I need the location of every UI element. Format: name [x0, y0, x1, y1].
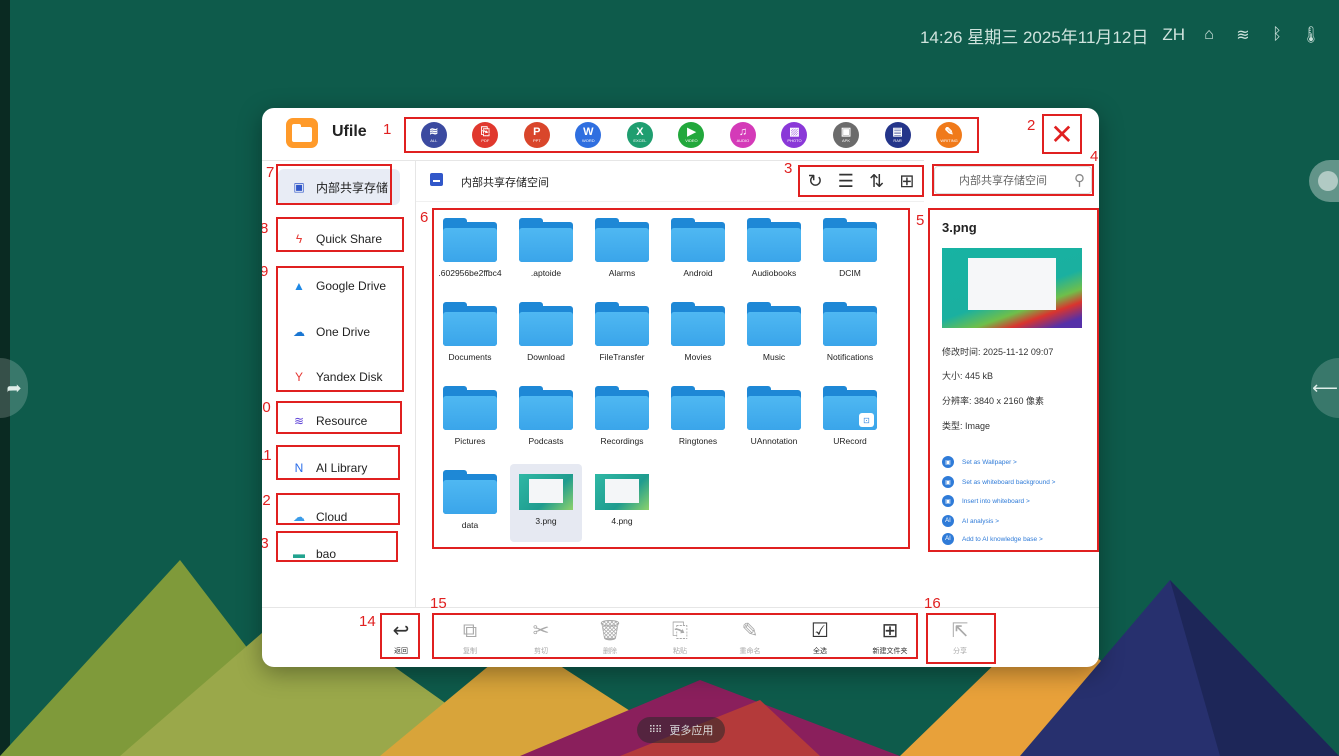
annotation-label-2: 2: [1027, 117, 1036, 134]
annotation-label-6: 6: [420, 209, 429, 226]
breadcrumb[interactable]: 内部共享存储空间: [461, 174, 549, 190]
annotation-box-13: [276, 531, 398, 562]
annotation-label-8: 8: [262, 220, 269, 237]
annotation-label-1: 1: [383, 121, 392, 138]
annotation-label-16: 16: [924, 595, 941, 612]
annotation-box-12: [276, 493, 400, 525]
annotation-box-10: [276, 401, 402, 434]
shirt-icon[interactable]: ⌂: [1199, 25, 1219, 45]
annotation-label-10: 10: [262, 399, 271, 416]
app-title: Ufile: [332, 123, 367, 140]
annotation-box-11: [276, 445, 400, 480]
annotation-label-4: 4: [1090, 148, 1099, 165]
annotation-box-8: [276, 217, 404, 252]
annotation-box-9: [276, 266, 404, 392]
annotation-label-12: 12: [262, 492, 271, 509]
annotation-box-1: [404, 117, 979, 153]
ufile-logo-icon: [286, 118, 318, 148]
status-bar: 14:26 星期三 2025年11月12日 ZH ⌂ ≋ ᛒ 🌡: [920, 20, 1321, 50]
annotation-box-15: [432, 613, 918, 659]
annotation-box-16: [926, 613, 996, 664]
annotation-box-4: [932, 164, 1094, 196]
annotation-box-14: [380, 613, 420, 659]
annotation-box-5: [928, 208, 1099, 552]
status-language[interactable]: ZH: [1162, 25, 1185, 45]
ufile-window: Ufile ≋ ALL ⎘ PDF P PPT W WORD X EXCEL ▶ VIDEO ♫ AUDI…: [262, 108, 1099, 667]
annotation-label-7: 7: [266, 164, 275, 181]
grid-icon: ⠿⠿: [648, 724, 663, 736]
annotation-label-11: 11: [262, 447, 272, 464]
annotation-label-5: 5: [916, 212, 925, 229]
annotation-box-3: [798, 165, 924, 197]
wifi-icon[interactable]: ≋: [1233, 25, 1253, 45]
status-datetime: 14:26 星期三 2025年11月12日: [919, 27, 1149, 47]
annotation-box-2: [1042, 114, 1082, 154]
annotation-label-9: 9: [262, 263, 269, 280]
arrow-right-icon: ➦: [6, 377, 22, 398]
annotation-label-14: 14: [359, 613, 376, 630]
annotation-box-7: [276, 164, 392, 205]
thermometer-icon[interactable]: 🌡: [1301, 25, 1321, 45]
more-apps-label: 更多应用: [669, 725, 714, 737]
annotation-box-6: [432, 208, 910, 549]
more-apps-button[interactable]: ⠿⠿ 更多应用: [637, 717, 725, 743]
annotation-label-15: 15: [430, 595, 447, 612]
annotation-label-3: 3: [784, 160, 793, 177]
bluetooth-icon[interactable]: ᛒ: [1267, 25, 1287, 45]
storage-icon: [430, 173, 443, 186]
annotation-label-13: 13: [262, 535, 269, 552]
arrow-left-icon: ⟵: [1312, 377, 1338, 398]
